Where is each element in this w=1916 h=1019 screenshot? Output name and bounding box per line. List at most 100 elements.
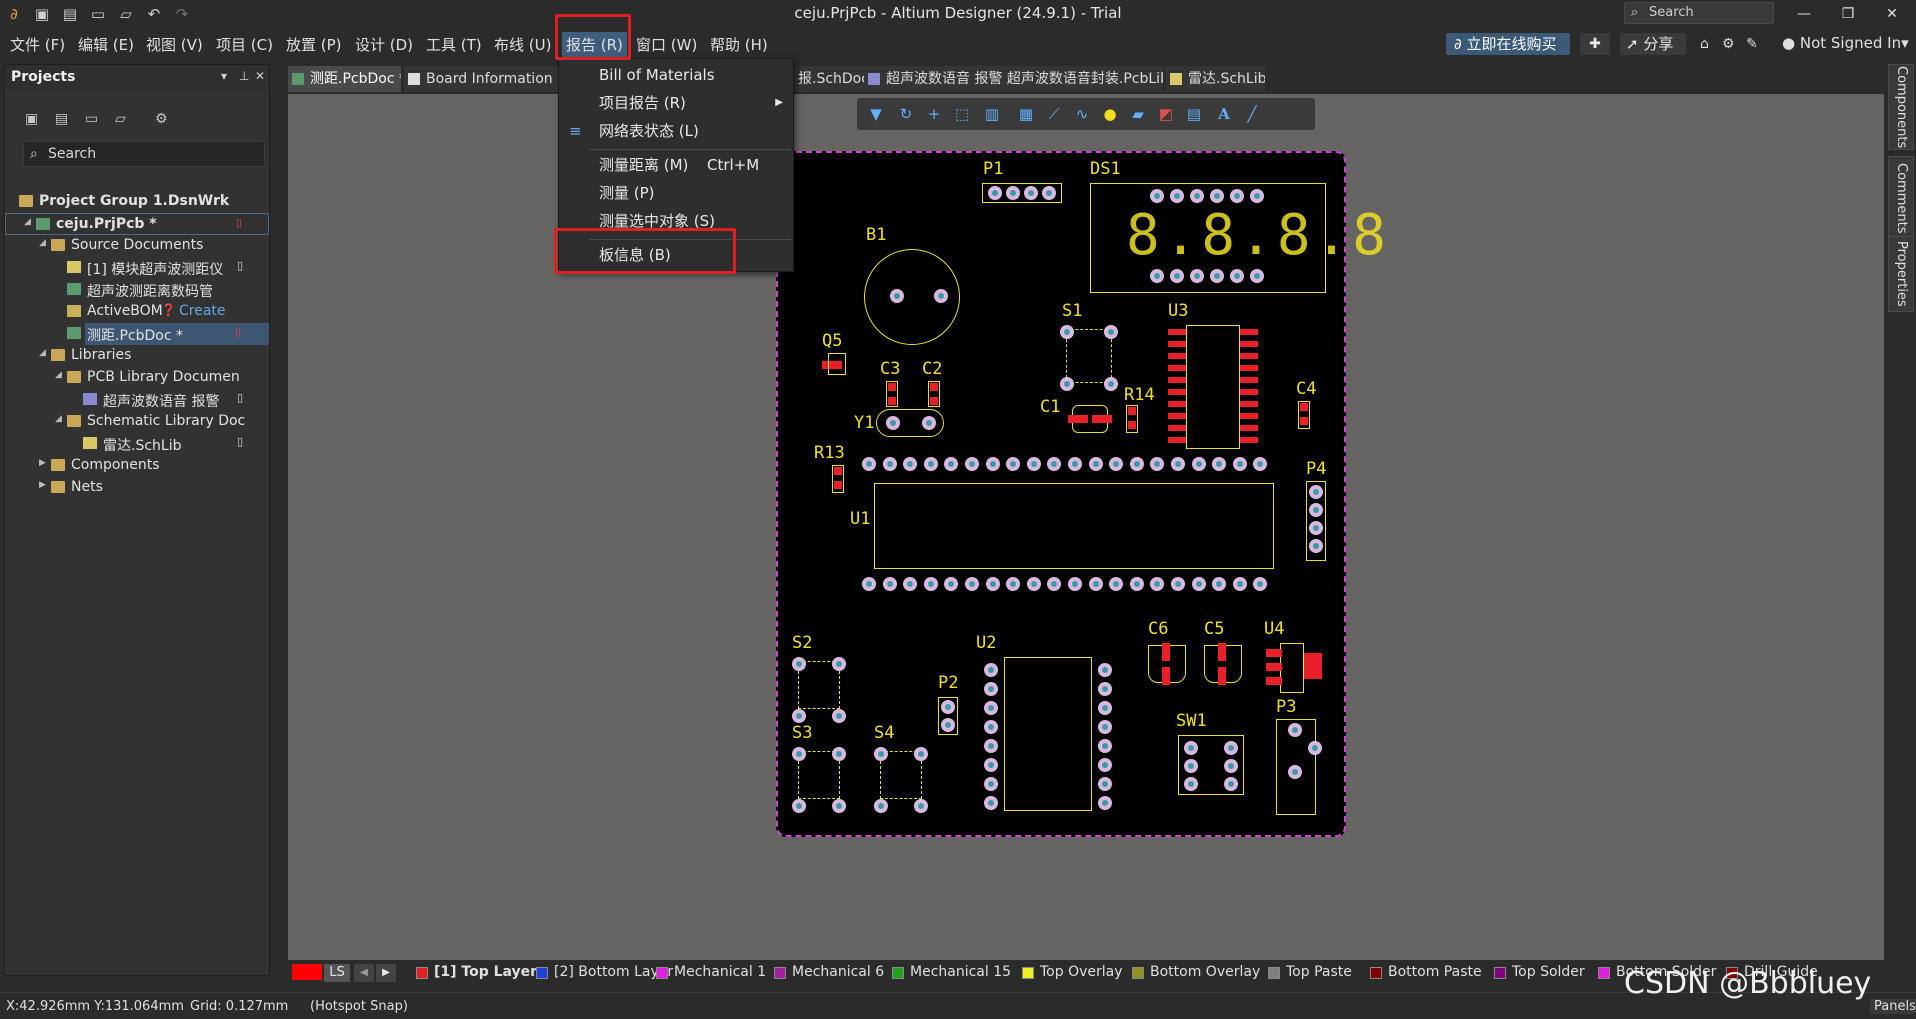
global-search-input[interactable]: ⌕ Search bbox=[1624, 2, 1774, 24]
text-icon[interactable]: A bbox=[1213, 103, 1235, 125]
close-project-icon[interactable]: ▱ bbox=[115, 111, 126, 127]
menu-project[interactable]: 项目 (C) bbox=[216, 34, 273, 55]
tree-libraries[interactable]: ◢ Libraries bbox=[5, 345, 269, 367]
pcb-board[interactable]: P1 DS1 8.8.8.8 B1 S1 U3 Q5 C3 C2 R14 C4 … bbox=[776, 151, 1386, 837]
layer-tab[interactable]: Mechanical 15 bbox=[892, 964, 1011, 980]
scroll-right-icon[interactable]: ▶ bbox=[376, 964, 396, 982]
user-account[interactable]: ● Not Signed In▾ bbox=[1782, 34, 1909, 52]
save-all-projects-icon[interactable]: ▤ bbox=[55, 111, 68, 127]
tree-schlib-file[interactable]: 雷达.SchLib ▯ bbox=[5, 433, 269, 455]
menu-edit[interactable]: 编辑 (E) bbox=[78, 34, 134, 55]
tab-components-panel[interactable]: Components bbox=[1888, 64, 1914, 150]
collapse-arrow-icon[interactable]: ◢ bbox=[39, 348, 46, 358]
tab-pcblib[interactable]: 超声波数语音 报警 超声波数语音封装.PcbLib bbox=[864, 66, 1164, 92]
save-project-icon[interactable]: ▣ bbox=[25, 111, 38, 127]
route-icon[interactable]: ↻ bbox=[895, 103, 917, 125]
menu-help[interactable]: 帮助 (H) bbox=[710, 34, 768, 55]
tab-board-information[interactable]: Board Information Re bbox=[404, 66, 560, 92]
tree-nets[interactable]: ▶ Nets bbox=[5, 477, 269, 499]
menu-window[interactable]: 窗口 (W) bbox=[636, 34, 697, 55]
tree-doc-schematic-2[interactable]: 超声波测距离数码管 bbox=[5, 279, 269, 301]
select-rect-icon[interactable]: ⬚ bbox=[951, 103, 973, 125]
menu-design[interactable]: 设计 (D) bbox=[355, 34, 413, 55]
feedback-button[interactable]: ✚ bbox=[1580, 33, 1610, 55]
tree-source-documents[interactable]: ◢ Source Documents bbox=[5, 235, 269, 257]
chevron-down-icon: ▾ bbox=[1901, 34, 1909, 52]
menu-item-measure-distance[interactable]: 测量距离 (M) Ctrl+M bbox=[559, 151, 793, 179]
tree-pcb-library-docs[interactable]: ◢ PCB Library Documen bbox=[5, 367, 269, 389]
layer-tab[interactable]: Top Solder bbox=[1494, 964, 1585, 980]
layer-tab[interactable]: Bottom Overlay bbox=[1132, 964, 1260, 980]
open-project-folder-icon[interactable]: ▭ bbox=[85, 111, 98, 127]
collapse-arrow-icon[interactable]: ◢ bbox=[24, 217, 31, 227]
menu-place[interactable]: 放置 (P) bbox=[286, 34, 342, 55]
expand-arrow-icon[interactable]: ▶ bbox=[39, 480, 46, 490]
pcblib-icon bbox=[83, 393, 97, 405]
tree-project[interactable]: ◢ ceju.PrjPcb * ▯ bbox=[5, 213, 269, 235]
scroll-left-icon[interactable]: ◀ bbox=[354, 964, 374, 982]
keepout-icon[interactable]: ◩ bbox=[1155, 103, 1177, 125]
collapse-arrow-icon[interactable]: ◢ bbox=[55, 414, 62, 424]
line-icon[interactable]: ╱ bbox=[1241, 103, 1263, 125]
layer-set-button[interactable]: LS bbox=[324, 964, 350, 982]
close-button[interactable]: ✕ bbox=[1870, 0, 1914, 28]
tab-comments-panel[interactable]: Comments bbox=[1888, 156, 1914, 240]
panels-button[interactable]: Panels bbox=[1870, 999, 1916, 1014]
place-component-icon[interactable]: ▦ bbox=[1015, 103, 1037, 125]
share-button[interactable]: ➚ 分享 bbox=[1620, 33, 1686, 55]
layer-tab-label: Top Solder bbox=[1512, 964, 1585, 980]
panel-close-icon[interactable]: ✕ bbox=[255, 69, 265, 83]
tree-components[interactable]: ▶ Components bbox=[5, 455, 269, 477]
home-icon[interactable]: ⌂ bbox=[1700, 36, 1709, 52]
tree-activebom[interactable]: ActiveBOM ❓ Create bbox=[5, 301, 269, 323]
tab-schlib[interactable]: 雷达.SchLib bbox=[1166, 66, 1266, 92]
menu-view[interactable]: 视图 (V) bbox=[146, 34, 203, 55]
layer-tab[interactable]: [2] Bottom Layer bbox=[536, 964, 673, 980]
interactive-route-icon[interactable]: ⟋ bbox=[1043, 103, 1065, 125]
string-icon[interactable]: ▤ bbox=[1183, 103, 1205, 125]
tree-pcblib-file[interactable]: 超声波数语音 报警 ▯ bbox=[5, 389, 269, 411]
tab-pcbdoc[interactable]: 测距.PcbDoc * bbox=[288, 66, 402, 92]
cross-probe-icon[interactable]: + bbox=[923, 103, 945, 125]
tree-schematic-library-docs[interactable]: ◢ Schematic Library Doc bbox=[5, 411, 269, 433]
tree-workspace[interactable]: Project Group 1.DsnWrk bbox=[5, 191, 269, 213]
restore-button[interactable]: ❐ bbox=[1826, 0, 1870, 28]
current-layer-swatch[interactable] bbox=[292, 964, 322, 980]
menu-item-bill-of-materials[interactable]: Bill of Materials bbox=[559, 61, 793, 89]
title-bar: ∂ ▣ ▤ ▭ ▱ ↶ ↷ ceju.PrjPcb - Altium Desig… bbox=[0, 0, 1916, 28]
buy-online-button[interactable]: ∂ 立即在线购买 bbox=[1446, 33, 1570, 55]
project-options-icon[interactable]: ⚙ bbox=[155, 111, 168, 127]
expand-arrow-icon[interactable]: ▶ bbox=[39, 458, 46, 468]
tab-properties-panel[interactable]: Properties bbox=[1888, 236, 1914, 312]
align-icon[interactable]: ▥ bbox=[981, 103, 1003, 125]
gear-icon[interactable]: ⚙ bbox=[1722, 36, 1735, 52]
notifications-icon[interactable]: ✎ bbox=[1746, 36, 1758, 52]
tree-doc-schematic-1[interactable]: [1] 模块超声波测距仪 ▯ bbox=[5, 257, 269, 279]
minimize-button[interactable]: — bbox=[1782, 0, 1826, 28]
diff-pair-icon[interactable]: ∿ bbox=[1071, 103, 1093, 125]
layer-tab[interactable]: Mechanical 6 bbox=[774, 964, 884, 980]
create-bom-link[interactable]: Create bbox=[179, 303, 226, 319]
folder-icon bbox=[51, 481, 65, 493]
menu-file[interactable]: 文件 (F) bbox=[10, 34, 65, 55]
collapse-arrow-icon[interactable]: ◢ bbox=[39, 238, 46, 248]
pin-icon[interactable]: ⊥ bbox=[239, 69, 249, 83]
tree-doc-pcb[interactable]: 测距.PcbDoc * ▯ bbox=[67, 323, 269, 345]
polygon-icon[interactable]: ▰ bbox=[1127, 103, 1149, 125]
layer-tab[interactable]: Bottom Paste bbox=[1370, 964, 1482, 980]
filter-icon[interactable]: ▼ bbox=[865, 103, 887, 125]
menu-item-project-reports[interactable]: 项目报告 (R) ▶ bbox=[559, 89, 793, 117]
layer-tab[interactable]: Top Paste bbox=[1268, 964, 1352, 980]
collapse-arrow-icon[interactable]: ◢ bbox=[55, 370, 62, 380]
menu-item-measure[interactable]: 测量 (P) bbox=[559, 179, 793, 207]
menu-route[interactable]: 布线 (U) bbox=[494, 34, 551, 55]
layer-tab[interactable]: Top Overlay bbox=[1022, 964, 1123, 980]
menu-item-netlist-status[interactable]: ≡ 网络表状态 (L) bbox=[559, 117, 793, 145]
projects-search-input[interactable]: ⌕ Search bbox=[23, 141, 265, 167]
smd-pad bbox=[1240, 389, 1258, 395]
layer-tab[interactable]: Mechanical 1 bbox=[656, 964, 766, 980]
via-icon[interactable]: ● bbox=[1099, 103, 1121, 125]
layer-tab[interactable]: [1] Top Layer bbox=[416, 964, 537, 980]
menu-tools[interactable]: 工具 (T) bbox=[426, 34, 482, 55]
panel-menu-icon[interactable]: ▾ bbox=[221, 69, 227, 83]
